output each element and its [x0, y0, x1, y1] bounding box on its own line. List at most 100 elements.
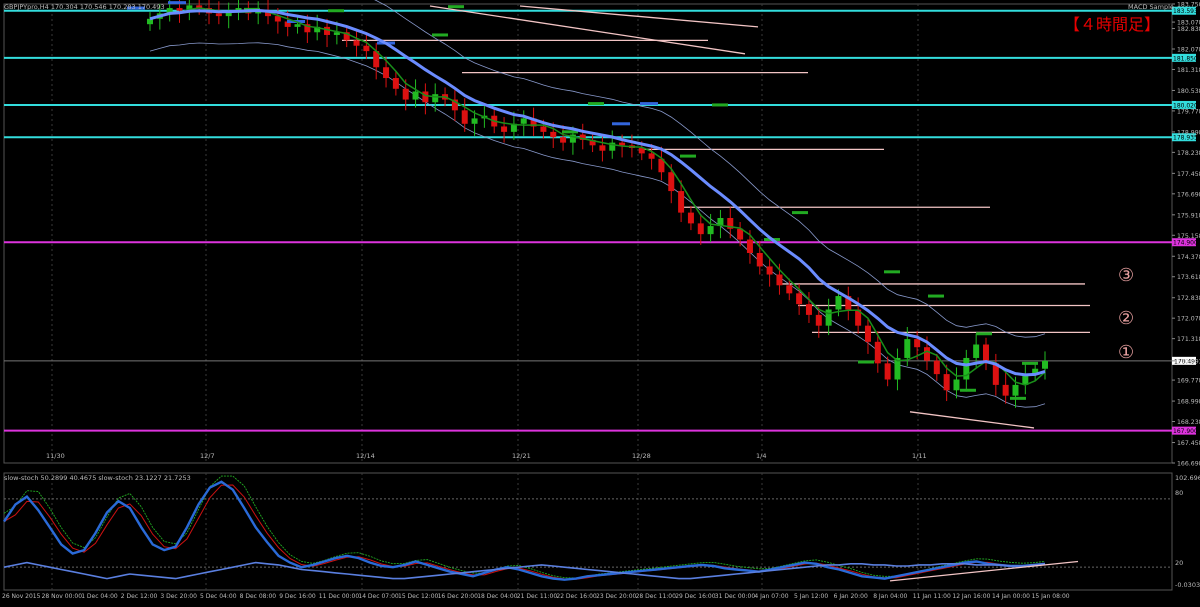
candle-body [619, 142, 626, 146]
y-tick-label: 171.318 [1177, 336, 1200, 343]
candle-body [904, 339, 911, 358]
sub-level-20: 20 [1175, 559, 1183, 567]
y-tick-label: 170.493 [1177, 358, 1200, 365]
sub-bottom-value: -0.0303 [1175, 581, 1200, 589]
fast-stoch-main-line [3, 475, 1046, 579]
x-time-label: 29 Dec 16:00 [675, 593, 716, 600]
candle-body [1042, 360, 1048, 369]
y-tick-label: 176.698 [1177, 191, 1200, 198]
y-tick-label: 179.778 [1177, 108, 1200, 115]
candle-body [766, 266, 773, 275]
candle-body [815, 314, 822, 326]
candle-body [746, 239, 753, 253]
x-time-label: 1 Dec 04:00 [81, 593, 118, 600]
week-label: 11/30 [46, 452, 65, 460]
candle-body [1012, 384, 1019, 396]
timeframe-label: 【４時間足】 [1064, 15, 1160, 34]
candle-body [215, 13, 222, 17]
candle-body [363, 45, 370, 52]
x-time-label: 28 Nov 00:00 [42, 593, 83, 600]
candle-body [471, 118, 478, 124]
candle-body [324, 26, 331, 35]
candle-body [953, 379, 960, 391]
y-tick-label: 178.238 [1177, 150, 1200, 157]
candle-body [943, 374, 950, 391]
sub-chart-frame [3, 472, 1173, 591]
x-time-label: 8 Jan 04:00 [873, 593, 907, 600]
green-marker [712, 103, 728, 107]
x-time-label: 2 Dec 12:00 [121, 593, 158, 600]
blue-marker [612, 122, 630, 126]
subpanel-label: slow-stoch 50.2899 40.4675 slow-stoch 23… [4, 474, 191, 482]
candle-body [796, 293, 803, 305]
candle-body [353, 40, 360, 46]
candle-body [422, 91, 429, 103]
x-time-label: 8 Dec 08:00 [240, 593, 277, 600]
candle-body [933, 360, 940, 375]
x-time-label: 18 Dec 04:00 [477, 593, 518, 600]
week-label: 12/28 [632, 452, 651, 460]
annotation-circle-2: ② [1118, 308, 1134, 329]
price-level-tag-label: 181.850 [1173, 55, 1198, 62]
green-marker [1022, 361, 1038, 365]
y-tick-label: 178.998 [1177, 129, 1200, 136]
x-time-label: 28 Dec 11:00 [636, 593, 677, 600]
x-time-label: 15 Dec 12:00 [398, 593, 439, 600]
y-tick-label: 181.318 [1177, 67, 1200, 74]
candle-body [864, 325, 871, 342]
green-marker [884, 270, 900, 274]
x-time-label: 26 Nov 2015 [2, 593, 41, 600]
chart-window: 11/30 12/7 12/14 12/21 12/28 1/4 1/11 183.593 1… [0, 0, 1200, 603]
y-tick-label: 173.618 [1177, 274, 1200, 281]
x-time-label: 14 Dec 07:00 [358, 593, 399, 600]
candle-body [923, 347, 930, 361]
annotation-circle-3: ③ [1118, 265, 1134, 286]
green-marker [928, 294, 944, 298]
sub-top-value: 102.6962 [1175, 474, 1200, 482]
price-level-tag-label: 183.593 [1173, 8, 1198, 15]
x-time-label: 15 Jan 08:00 [1032, 593, 1070, 600]
candle-body [687, 212, 694, 224]
candle-body [835, 296, 842, 310]
candle-body [668, 172, 675, 192]
upper-band-line [374, 0, 1046, 338]
green-marker [1010, 396, 1026, 400]
chart-canvas[interactable]: 11/30 12/7 12/14 12/21 12/28 1/4 1/11 183.5931… [0, 0, 1200, 603]
x-time-label: 4 Jan 07:00 [754, 593, 788, 600]
y-tick-label: 182.078 [1177, 47, 1200, 54]
candle-body [599, 145, 606, 151]
candle-body [697, 223, 704, 235]
y-tick-label: 172.078 [1177, 316, 1200, 323]
x-time-label: 3 Dec 20:00 [160, 593, 197, 600]
x-time-label: 12 Jan 16:00 [952, 593, 990, 600]
x-time-label: 31 Dec 00:00 [715, 593, 756, 600]
trendline [909, 411, 1035, 429]
y-tick-label: 175.918 [1177, 212, 1200, 219]
y-tick-label: 183.750 [1177, 2, 1200, 9]
lower-band-line [149, 42, 1046, 408]
green-marker [588, 102, 604, 106]
candle-body [274, 16, 281, 22]
x-time-label: 9 Dec 16:00 [279, 593, 316, 600]
y-tick-label: 180.538 [1177, 88, 1200, 95]
indicator-name: MACD Sample [1128, 3, 1174, 11]
candle-body [756, 252, 763, 267]
candle-body [973, 344, 980, 358]
x-time-label: 14 Jan 00:00 [992, 593, 1030, 600]
candle-body [383, 67, 390, 79]
y-tick-label: 172.838 [1177, 295, 1200, 302]
candle-body [914, 339, 921, 348]
sub-level-80: 80 [1175, 489, 1183, 497]
blue-marker [168, 1, 186, 5]
candle-body [432, 94, 439, 103]
week-label: 12/7 [200, 452, 215, 460]
y-tick-label: 168.998 [1177, 399, 1200, 406]
blue-marker [640, 102, 658, 106]
candle-body [707, 226, 714, 235]
candle-body [392, 78, 399, 89]
y-tick-label: 168.238 [1177, 419, 1200, 426]
candle-body [786, 285, 793, 294]
y-tick-label: 182.838 [1177, 26, 1200, 33]
candle-body [678, 191, 685, 213]
trendline [519, 5, 759, 28]
